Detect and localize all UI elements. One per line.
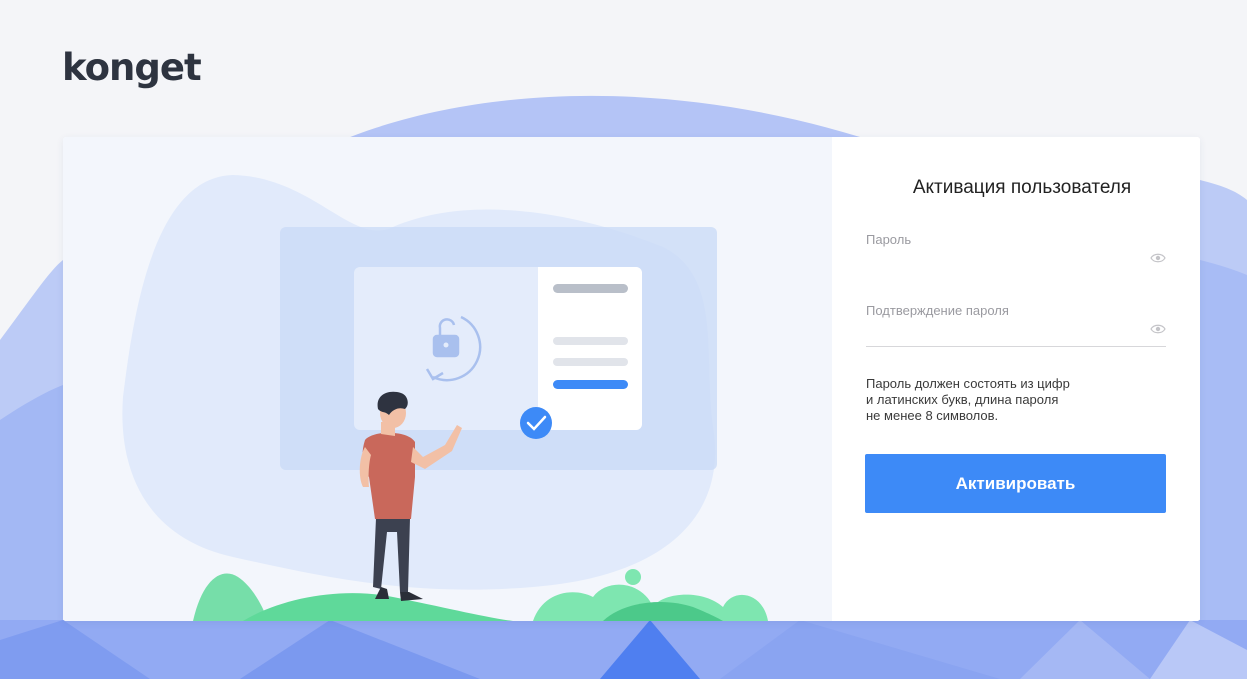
- confirm-password-field: Подтверждение пароля: [866, 303, 1166, 347]
- hint-line: не менее 8 символов.: [866, 408, 999, 423]
- sidebar-bar-accent: [553, 380, 628, 389]
- confirm-password-input[interactable]: [866, 321, 1140, 345]
- logo: konget: [62, 46, 202, 89]
- password-hint: Пароль должен состоять из цифр и латинск…: [866, 376, 1126, 424]
- form-title: Активация пользователя: [912, 177, 1132, 198]
- confirm-password-label: Подтверждение пароля: [866, 303, 1009, 318]
- hint-line: и латинских букв, длина пароля: [866, 392, 1059, 407]
- password-field: Пароль: [866, 232, 1166, 276]
- password-input[interactable]: [866, 250, 1140, 274]
- password-label: Пароль: [866, 232, 912, 247]
- illustration-panel: [63, 137, 832, 621]
- sidebar-bar-2: [553, 358, 628, 366]
- sidebar-bar-1: [553, 337, 628, 345]
- activation-form: Активация пользователя Пароль Подтвержде…: [832, 137, 1200, 621]
- password-underline: [866, 275, 1166, 276]
- hint-line: Пароль должен состоять из цифр: [866, 376, 1070, 391]
- eye-icon[interactable]: [1150, 323, 1166, 335]
- activation-card: Активация пользователя Пароль Подтвержде…: [63, 137, 1200, 621]
- eye-icon[interactable]: [1150, 252, 1166, 264]
- sidebar-bar-title: [553, 284, 628, 293]
- confirm-password-underline: [866, 346, 1166, 347]
- activate-button[interactable]: Активировать: [865, 454, 1166, 513]
- checkmark-icon: [520, 407, 552, 439]
